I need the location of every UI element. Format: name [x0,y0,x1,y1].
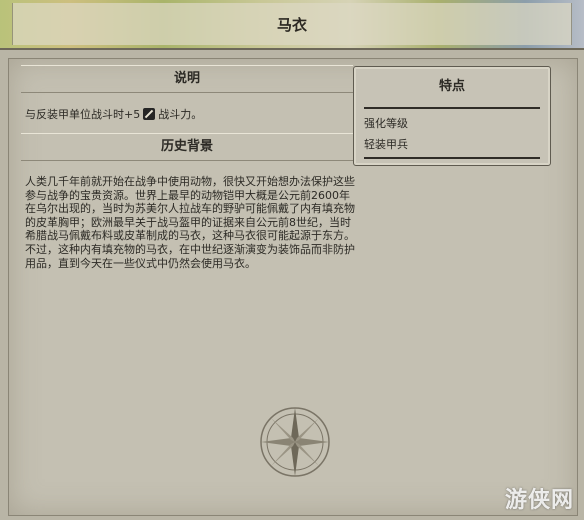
traits-box: 特点 强化等级 轻装甲兵 [353,66,551,166]
compass-rose-icon [260,407,330,477]
traits-bottom-rule [364,157,540,159]
map-banner: 马衣 [0,0,584,50]
civilopedia-panel: 说明 与反装甲单位战斗时+5 战斗力。 历史背景 人类几千年前就开始在战争中使用动… [8,58,578,516]
page-title: 马衣 [276,16,307,34]
description-suffix: 战斗力。 [158,108,203,121]
history-text: 人类几千年前就开始在战争中使用动物，很快又开始想办法保护这些参与战争的宝贵资源。… [25,175,355,270]
trait-item[interactable]: 轻装甲兵 [364,136,408,152]
description-line: 与反装甲单位战斗时+5 战斗力。 [25,106,202,122]
watermark: 游侠网 [504,488,574,513]
traits-heading: 特点 [438,79,465,94]
history-heading: 历史背景 [21,133,353,161]
description-prefix: 与反装甲单位战斗时+5 [25,108,141,121]
description-heading: 说明 [21,65,353,93]
trait-item[interactable]: 强化等级 [364,115,408,131]
traits-top-rule [364,107,540,109]
melee-strength-icon [143,108,156,120]
